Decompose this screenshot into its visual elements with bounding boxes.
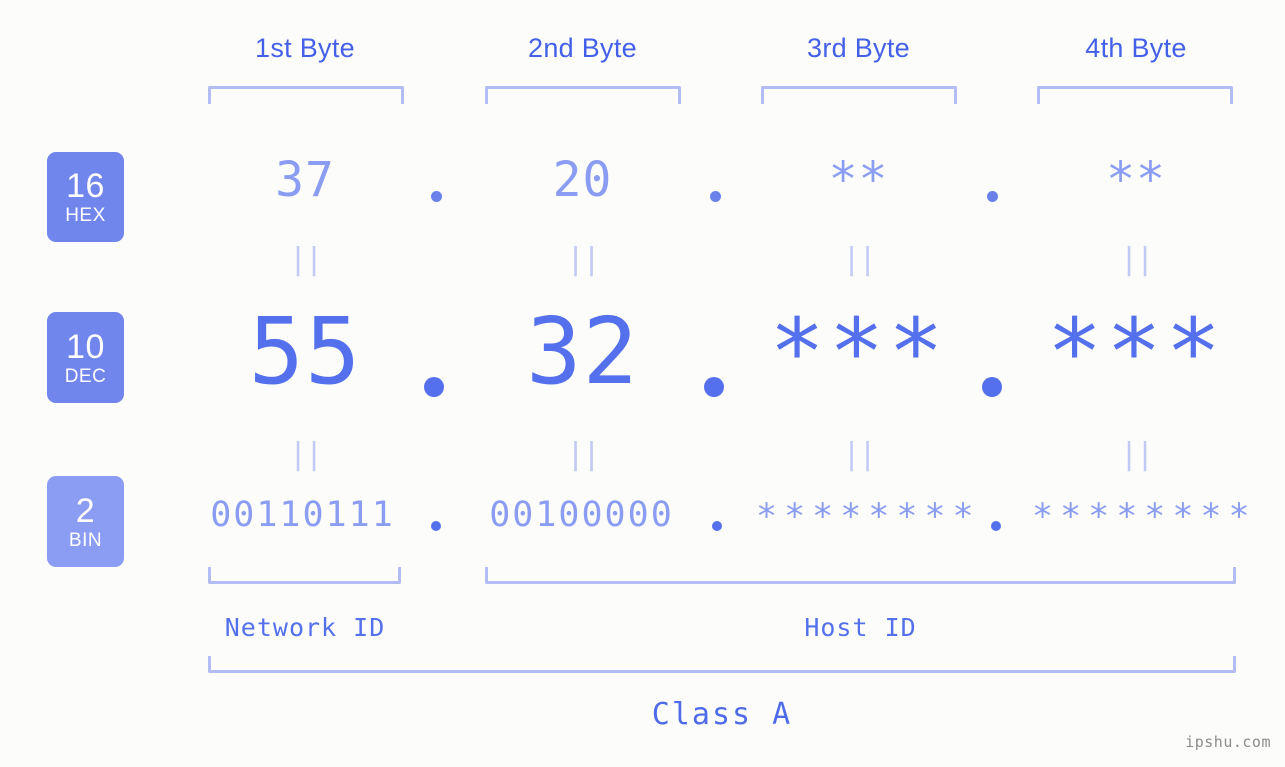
hex-byte-1: 37 [275, 152, 335, 208]
base-badge-hex-number: 16 [66, 167, 105, 205]
byte-header-1: 1st Byte [255, 33, 355, 63]
byte-bracket-1 [208, 86, 404, 104]
host-id-label: Host ID [804, 613, 917, 642]
hex-byte-2: 20 [552, 152, 613, 208]
hex-dot-3 [987, 191, 998, 202]
base-badge-hex: 16 HEX [47, 152, 124, 242]
byte-header-2: 2nd Byte [528, 33, 637, 63]
base-badge-hex-label: HEX [65, 205, 106, 226]
network-id-label: Network ID [224, 613, 386, 642]
bin-dot-3 [991, 521, 1001, 531]
dec-dot-2 [704, 377, 724, 397]
network-id-bracket [208, 567, 401, 584]
bin-dot-2 [712, 521, 722, 531]
equality-mark-hex-dec-3: || [842, 242, 876, 277]
base-badge-dec-number: 10 [66, 327, 105, 366]
equality-mark-dec-bin-3: || [842, 437, 876, 472]
equality-mark-hex-dec-4: || [1119, 242, 1154, 277]
dec-dot-1 [424, 377, 444, 397]
base-badge-dec: 10 DEC [47, 312, 124, 403]
base-badge-bin-number: 2 [75, 491, 96, 530]
bin-byte-3: ******** [756, 497, 981, 537]
hex-byte-4: ** [1106, 152, 1166, 208]
equality-mark-dec-bin-4: || [1119, 437, 1154, 472]
hex-dot-1 [431, 191, 442, 202]
byte-header-4: 4th Byte [1085, 33, 1187, 63]
base-badge-bin: 2 BIN [47, 476, 124, 567]
site-watermark: ipshu.com [1185, 733, 1271, 751]
byte-bracket-4 [1037, 86, 1233, 104]
bin-byte-2: 00100000 [489, 495, 674, 535]
base-badge-bin-label: BIN [68, 529, 103, 551]
byte-header-3: 3rd Byte [807, 33, 910, 63]
bin-byte-1: 00110111 [210, 495, 395, 535]
equality-mark-hex-dec-1: || [288, 242, 323, 277]
class-label: Class A [651, 697, 793, 732]
equality-mark-dec-bin-1: || [288, 437, 323, 472]
dec-byte-3: *** [769, 299, 948, 406]
dec-byte-2: 32 [526, 298, 639, 405]
equality-mark-dec-bin-2: || [566, 437, 600, 472]
dec-byte-4: *** [1046, 299, 1226, 406]
bin-dot-1 [431, 521, 441, 531]
byte-bracket-2 [485, 86, 681, 104]
host-id-bracket [485, 567, 1236, 584]
hex-dot-2 [710, 191, 721, 202]
equality-mark-hex-dec-2: || [566, 242, 600, 277]
dec-byte-1: 55 [248, 298, 362, 405]
byte-bracket-3 [761, 86, 957, 104]
class-bracket [208, 656, 1236, 673]
ip-address-breakdown-diagram: 1st Byte 2nd Byte 3rd Byte 4th Byte 16 H… [0, 0, 1285, 767]
dec-dot-3 [982, 377, 1002, 397]
hex-byte-3: ** [828, 152, 889, 208]
bin-byte-4: ******** [1032, 497, 1257, 537]
base-badge-dec-label: DEC [64, 365, 107, 387]
